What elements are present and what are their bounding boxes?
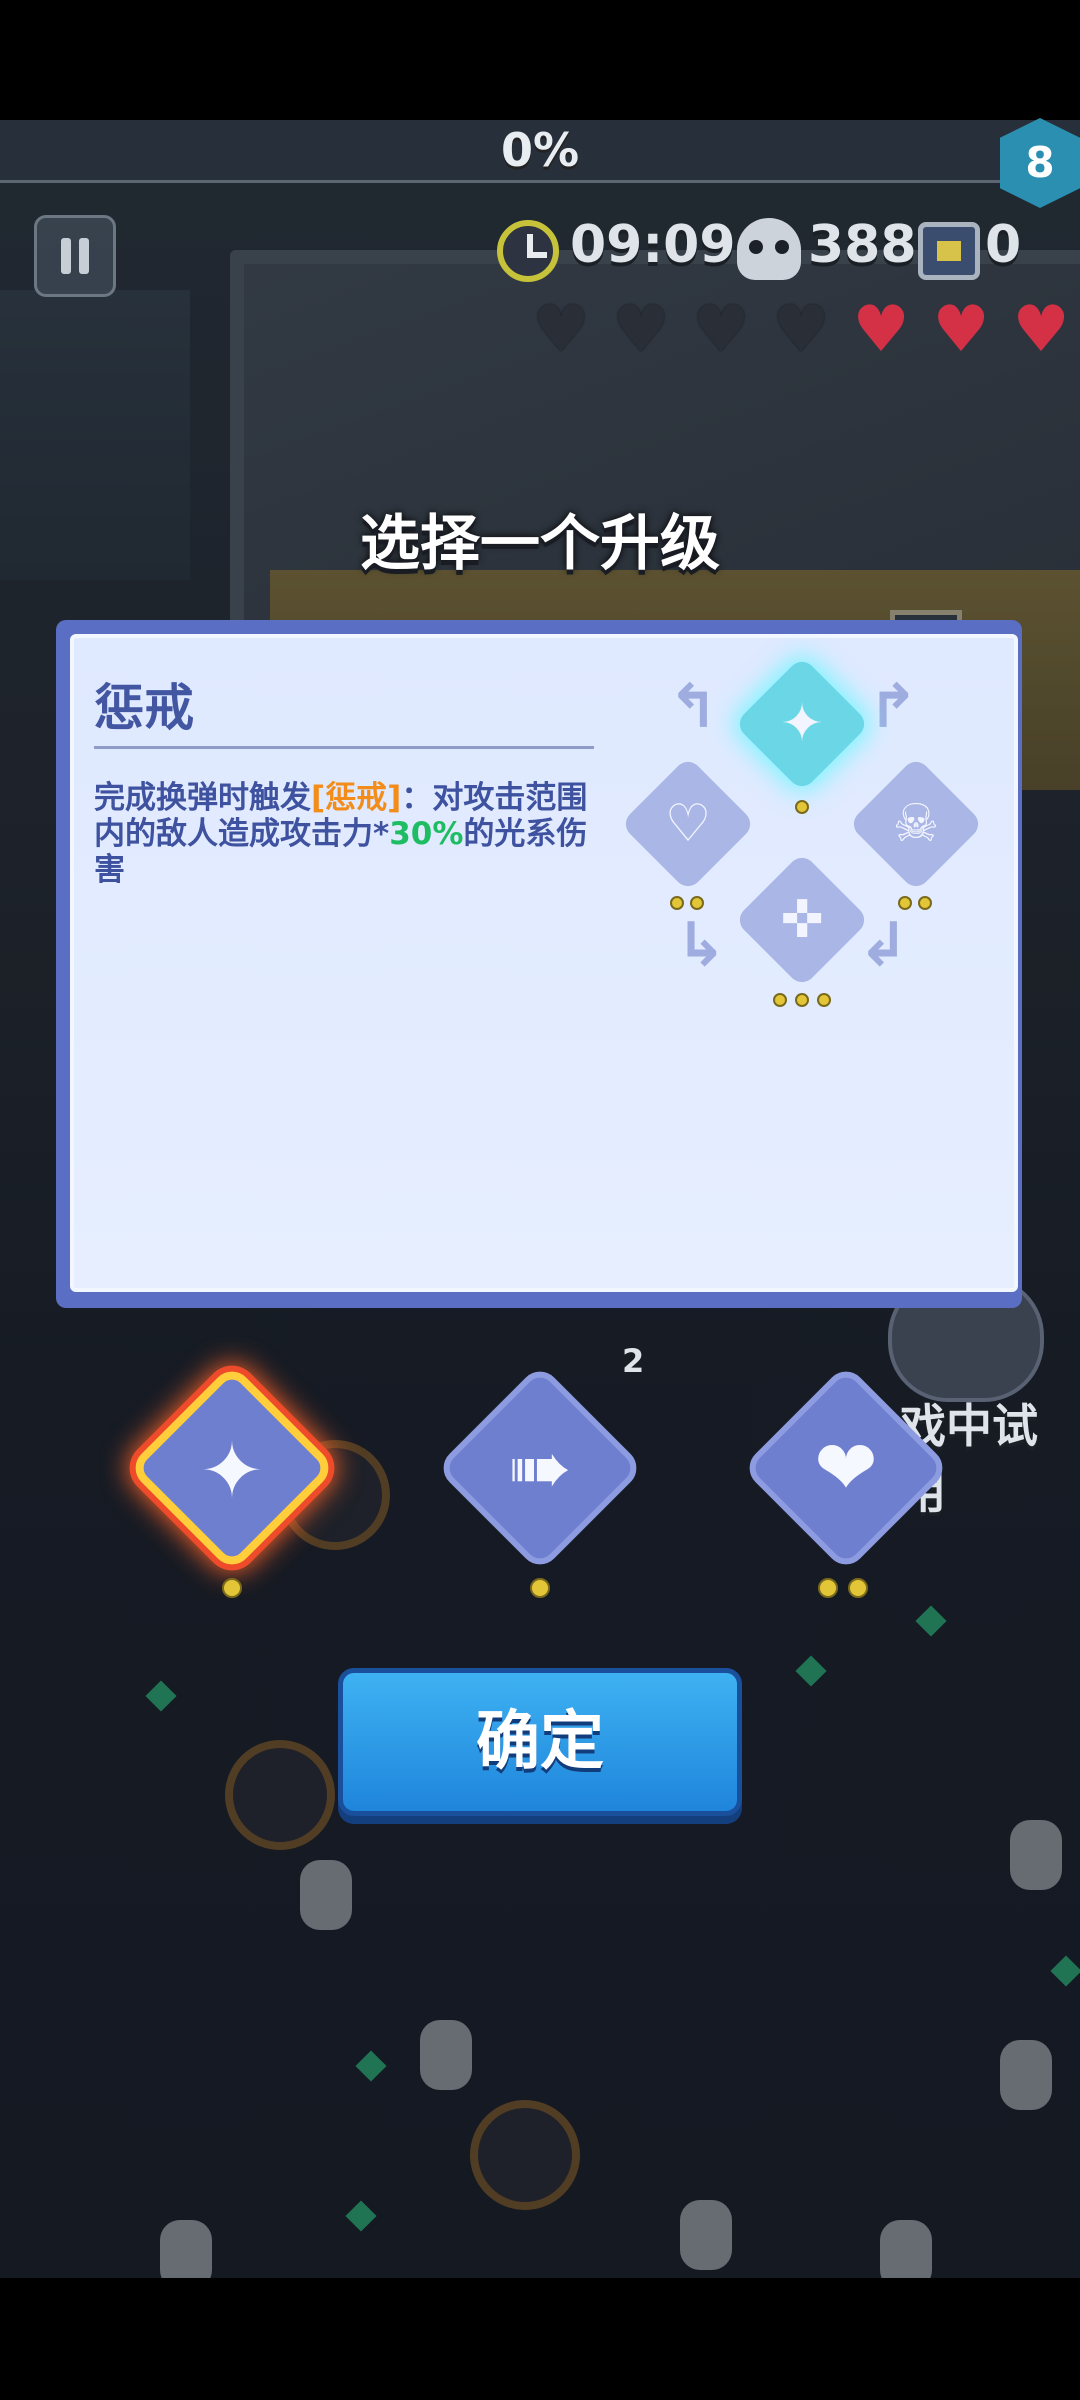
confirm-button-label[interactable]: 确定 <box>338 1668 742 1816</box>
holy-rocket-icon: ✦ <box>780 694 824 754</box>
ammo-count: 2 <box>622 1342 645 1380</box>
tree-node-skull-target: ☠ <box>848 756 984 892</box>
desc-keyword: [惩戒] <box>311 780 402 816</box>
tree-node-holy-rocket: ✦ <box>734 656 870 792</box>
holy-rocket-icon: ✦ <box>200 1425 264 1515</box>
level-dot <box>795 993 809 1007</box>
heart-empty-icon: ♥ <box>772 293 830 367</box>
heart-full-icon: ♥ <box>852 293 910 367</box>
top-black-bar <box>0 0 1080 120</box>
level-dot <box>918 896 932 910</box>
tree-arrow-icon: ↲ <box>858 910 909 980</box>
level-dot <box>795 800 809 814</box>
tree-arrow-icon: ↱ <box>868 672 919 742</box>
skull-target-icon: ☠ <box>892 794 940 854</box>
skill-description: 完成换弹时触发[惩戒]：对攻击范围内的敌人造成攻击力*30%的光系伤害 <box>94 780 604 888</box>
level-dot <box>818 1578 838 1598</box>
desc-value: 30% <box>389 816 464 852</box>
ghost-heart-icon: ♡ <box>664 794 712 854</box>
clock-icon <box>497 220 559 282</box>
pause-button[interactable] <box>34 215 116 297</box>
level-dot <box>690 896 704 910</box>
tree-arrow-icon: ↰ <box>668 672 719 742</box>
level-dot <box>670 896 684 910</box>
chest-count: 0 <box>985 215 1022 275</box>
pause-icon <box>79 238 89 274</box>
desc-text: 完成换弹时触发 <box>94 780 311 816</box>
level-dot <box>848 1578 868 1598</box>
heart-empty-icon: ♥ <box>612 293 670 367</box>
heart-skull-icon: ✜ <box>780 890 824 950</box>
level-dot <box>817 993 831 1007</box>
heart-full-icon: ♥ <box>1012 293 1070 367</box>
bottom-black-bar <box>0 2278 1080 2400</box>
tree-node-heart-skull: ✜ <box>734 852 870 988</box>
divider <box>94 746 594 749</box>
tree-arrow-icon: ↳ <box>676 910 727 980</box>
tree-node-ghost-heart: ♡ <box>620 756 756 892</box>
level-dot <box>222 1578 242 1598</box>
heart-full-icon: ♥ <box>932 293 990 367</box>
timer-text: 09:09 <box>570 215 736 275</box>
level-dot <box>530 1578 550 1598</box>
chest-icon <box>918 222 980 280</box>
level-number: 8 <box>1025 138 1055 187</box>
skill-name: 惩戒 <box>94 679 194 737</box>
skull-icon <box>737 218 801 280</box>
level-dot <box>898 896 912 910</box>
heart-empty-icon: ♥ <box>532 293 590 367</box>
broken-heart-fist-icon: ❤ <box>814 1423 878 1512</box>
pause-icon <box>61 238 71 274</box>
xp-progress-text: 0% <box>500 123 580 177</box>
level-dot <box>773 993 787 1007</box>
dash-boot-icon: ➠ <box>508 1423 572 1512</box>
kill-count: 388 <box>808 215 917 275</box>
heart-empty-icon: ♥ <box>692 293 750 367</box>
upgrade-dialog-title: 选择一个升级 <box>360 509 720 579</box>
